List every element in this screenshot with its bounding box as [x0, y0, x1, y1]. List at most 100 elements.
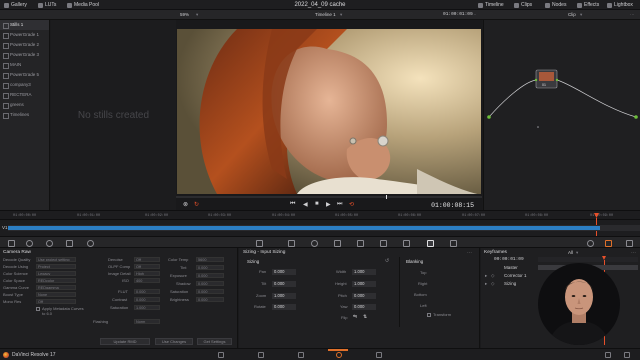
zoom-field[interactable]: 1.000 [272, 293, 296, 299]
3d-icon[interactable] [450, 239, 457, 247]
timeline-tab[interactable]: Timeline [478, 2, 504, 8]
album-item[interactable]: RECTERA [0, 90, 49, 100]
chevron-right-icon[interactable]: ▸ [485, 280, 487, 287]
flashing-select[interactable]: Norm [134, 319, 160, 324]
decode-using-select[interactable]: Project [36, 264, 76, 269]
chevron-right-icon[interactable]: ▸ [485, 272, 487, 279]
tilt-field[interactable]: 0.000 [272, 281, 296, 287]
album-item[interactable]: Stills 1 [0, 20, 49, 30]
use-changes-button[interactable]: Use Changes [155, 338, 193, 345]
motion-effects-icon[interactable] [87, 239, 94, 247]
rotate-field[interactable]: 0.000 [272, 304, 296, 310]
scopes-icon[interactable] [587, 239, 594, 247]
album-item[interactable]: PowerGrade 3 [0, 50, 49, 60]
settings-icon[interactable] [624, 352, 630, 358]
rgb-mixer-icon[interactable] [66, 239, 73, 247]
exposure-field[interactable]: 0.000 [196, 273, 224, 278]
loop-icon[interactable]: ↻ [194, 201, 199, 208]
flut-field[interactable]: 0.000 [134, 289, 160, 294]
flip-vertical-icon[interactable]: ⇅ [363, 314, 367, 320]
key-icon[interactable] [403, 239, 410, 247]
camera-raw-icon[interactable] [8, 239, 15, 247]
album-item[interactable]: PowerGrade 1 [0, 30, 49, 40]
clip-bar[interactable] [8, 226, 600, 230]
fairlight-icon[interactable] [376, 352, 382, 358]
window-icon[interactable] [311, 239, 318, 247]
iso-select[interactable]: 400 [134, 278, 160, 283]
denoise-select[interactable]: Off [134, 257, 160, 262]
yaw-field[interactable]: 0.000 [352, 304, 376, 310]
chevron-down-icon[interactable]: ▾ [340, 12, 342, 18]
play-icon[interactable]: ▶ [326, 201, 331, 208]
album-item[interactable]: MAIN [0, 60, 49, 70]
play-reverse-icon[interactable]: ◀ [303, 201, 308, 208]
color-science-select[interactable]: Legacy [36, 271, 76, 276]
node-editor[interactable]: 01 [483, 20, 640, 210]
height-field[interactable]: 1.000 [352, 281, 376, 287]
home-icon[interactable] [605, 352, 611, 358]
shadow-field[interactable]: 0.000 [196, 281, 224, 286]
media-icon[interactable] [218, 352, 224, 358]
loop-playback-icon[interactable]: ⟲ [349, 201, 354, 208]
pan-field[interactable]: 0.000 [272, 269, 296, 275]
go-to-end-icon[interactable]: ⏭ [337, 201, 342, 208]
keyframe-toggle-icon[interactable]: ◇ [491, 272, 494, 279]
go-to-start-icon[interactable]: ⏮ [290, 201, 295, 208]
chevron-down-icon[interactable]: ▾ [196, 12, 198, 18]
edit-icon[interactable] [298, 352, 304, 358]
flip-horizontal-icon[interactable]: ⇋ [353, 314, 357, 320]
more-options-icon[interactable]: ⋯ [472, 12, 477, 18]
chevron-down-icon[interactable]: ▾ [580, 12, 582, 18]
color-space-select[interactable]: REDcolor [36, 278, 76, 283]
viewer-scrubber[interactable] [176, 195, 482, 199]
more-options-icon[interactable]: ⋯ [630, 12, 635, 18]
update-rmd-button[interactable]: Update RMD [100, 338, 150, 345]
transform-checkbox[interactable] [427, 313, 431, 317]
tracker-icon[interactable] [334, 239, 341, 247]
nodes-tab[interactable]: Nodes [545, 2, 566, 8]
info-icon[interactable] [626, 239, 633, 247]
mono-res-select[interactable]: Off [36, 299, 76, 304]
sizing-icon[interactable] [427, 239, 434, 247]
album-item[interactable]: company3 [0, 80, 49, 90]
album-item[interactable]: PowerGrade 5 [0, 70, 49, 80]
color-icon[interactable] [336, 352, 342, 358]
pitch-field[interactable]: 0.000 [352, 293, 376, 299]
timeline-ruler[interactable]: 01:00:00:00 01:00:01:00 01:00:02:00 01:0… [0, 211, 640, 220]
width-field[interactable]: 1.000 [352, 269, 376, 275]
reset-icon[interactable]: ↺ [385, 258, 389, 264]
album-item[interactable]: PowerGrade 2 [0, 40, 49, 50]
zoom-level[interactable]: 59% [180, 12, 189, 18]
color-temp-field[interactable]: 5600 [196, 257, 224, 262]
olpf-select[interactable]: Off [134, 264, 160, 269]
curves-icon[interactable] [256, 239, 263, 247]
keyframe-filter[interactable]: All [568, 250, 573, 255]
chevron-down-icon[interactable]: ▾ [576, 250, 578, 256]
keyframe-ruler[interactable] [538, 257, 638, 262]
saturation-field[interactable]: 1.000 [134, 305, 160, 310]
lightbox-tab[interactable]: Lightbox [607, 2, 633, 8]
clips-tab[interactable]: Clips [514, 2, 532, 8]
metadata-curves-checkbox[interactable] [36, 307, 40, 311]
album-item[interactable]: Timelines [0, 110, 49, 120]
more-options-icon[interactable]: ⋯ [631, 250, 636, 256]
cut-icon[interactable] [258, 352, 264, 358]
more-options-icon[interactable]: ⋯ [467, 250, 472, 256]
viewer-options-icon[interactable]: ⊗ [183, 201, 188, 208]
gamma-curve-select[interactable]: REDgamma [36, 285, 76, 290]
node-mode-selector[interactable]: Clip [568, 12, 576, 18]
color-wheels-icon[interactable] [46, 239, 53, 247]
scrubber-playhead[interactable] [386, 195, 387, 199]
qualifier-icon[interactable] [288, 239, 295, 247]
album-item[interactable]: greens [0, 100, 49, 110]
blur-icon[interactable] [380, 239, 387, 247]
get-settings-button[interactable]: Get Settings [197, 338, 232, 345]
brightness-field[interactable]: 0.000 [196, 297, 224, 302]
stop-icon[interactable]: ■ [315, 201, 319, 207]
decode-quality-select[interactable]: Use project setting [36, 257, 76, 262]
keyframes-icon[interactable] [605, 239, 612, 247]
contrast-field[interactable]: 0.000 [134, 297, 160, 302]
magic-mask-icon[interactable] [357, 239, 364, 247]
viewer-frame[interactable] [177, 29, 481, 194]
color-match-icon[interactable] [26, 239, 33, 247]
